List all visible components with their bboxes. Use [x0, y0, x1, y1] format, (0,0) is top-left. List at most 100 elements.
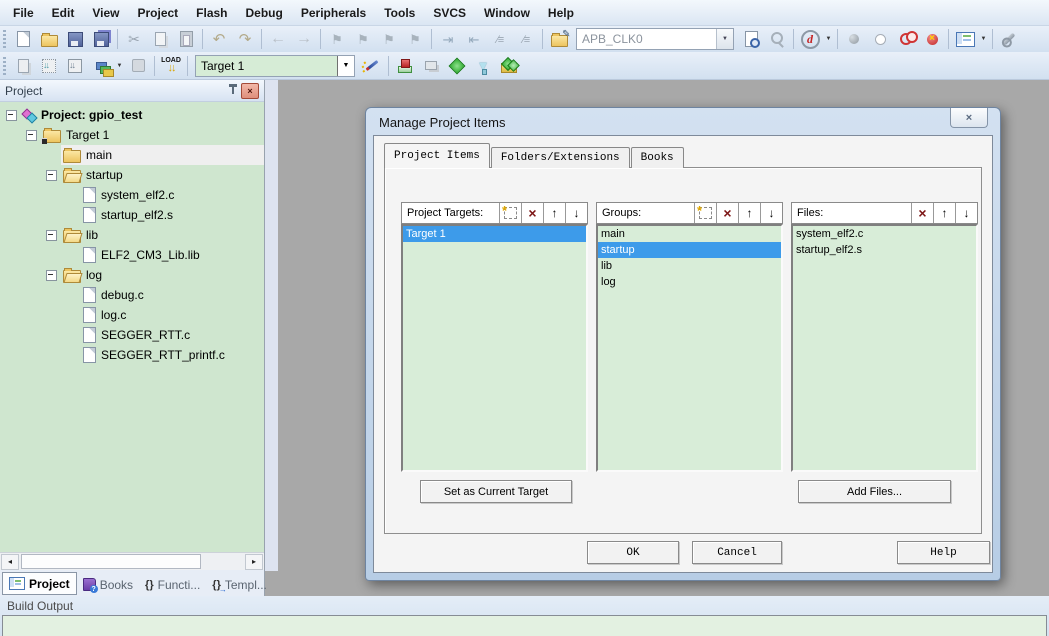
dropdown-button[interactable]: ▼ [823, 28, 834, 50]
manage-rte-button[interactable] [392, 55, 418, 77]
window-layout-button[interactable] [952, 28, 978, 50]
tree-expander-minus-icon[interactable] [46, 270, 57, 281]
wrench-button[interactable] [996, 28, 1022, 50]
delete-button[interactable] [521, 203, 543, 223]
tree-item[interactable]: lib [61, 225, 264, 245]
tree-item[interactable]: Target 1 [41, 125, 264, 145]
stop-build-button[interactable] [125, 55, 151, 77]
tree-row[interactable]: Target 1 [0, 125, 264, 145]
bookmark-clear-all-button[interactable] [402, 28, 428, 50]
scroll-left-icon[interactable]: ◂ [1, 554, 19, 570]
translate-button[interactable] [10, 55, 36, 77]
bookmark-toggle-button[interactable] [324, 28, 350, 50]
funnel-button[interactable] [470, 55, 496, 77]
column-list[interactable]: system_elf2.cstartup_elf2.s [791, 224, 978, 472]
toolbar-grip[interactable] [3, 30, 6, 48]
new-item-button[interactable] [499, 203, 521, 223]
panel-tab-functi[interactable]: Functi... [139, 574, 206, 595]
vertical-scrollbar[interactable] [265, 80, 278, 571]
build-output-content[interactable] [2, 615, 1047, 636]
close-icon[interactable]: × [950, 108, 988, 128]
menu-view[interactable]: View [83, 0, 128, 25]
tree-row[interactable]: SEGGER_RTT.c [0, 325, 264, 345]
cut-button[interactable] [121, 28, 147, 50]
help-button[interactable]: Help [897, 541, 990, 564]
menu-project[interactable]: Project [128, 0, 187, 25]
dialog-tab-folders-extensions[interactable]: Folders/Extensions [491, 147, 630, 168]
tree-item[interactable]: debug.c [81, 285, 264, 305]
dialog-tab-project-items[interactable]: Project Items [384, 143, 490, 168]
tree-item[interactable]: Project: gpio_test [21, 105, 264, 125]
tree-item[interactable]: log [61, 265, 264, 285]
bookmark-next-button[interactable] [376, 28, 402, 50]
add-files-button[interactable]: Add Files... [798, 480, 951, 503]
toolbar-grip[interactable] [3, 57, 6, 75]
menu-peripherals[interactable]: Peripherals [292, 0, 375, 25]
dropdown-button[interactable]: ▼ [978, 28, 989, 50]
menu-tools[interactable]: Tools [375, 0, 424, 25]
copy-button[interactable] [147, 28, 173, 50]
tree-item[interactable]: system_elf2.c [81, 185, 264, 205]
indent-button[interactable] [435, 28, 461, 50]
panel-tab-project[interactable]: Project [2, 572, 77, 595]
tree-expander-minus-icon[interactable] [46, 170, 57, 181]
ok-button[interactable]: OK [587, 541, 679, 564]
menu-file[interactable]: File [4, 0, 43, 25]
bookmark-prev-button[interactable] [350, 28, 376, 50]
list-item[interactable]: lib [598, 258, 781, 274]
pack-installer-button[interactable] [496, 55, 522, 77]
options-wand-button[interactable] [359, 55, 385, 77]
breakpoint-kill-all-button[interactable] [893, 28, 919, 50]
close-icon[interactable]: × [241, 83, 259, 99]
move-down-button[interactable] [760, 203, 782, 223]
list-item[interactable]: main [598, 226, 781, 242]
save-button[interactable] [62, 28, 88, 50]
search-combo[interactable]: APB_CLK0 ▼ [576, 28, 734, 50]
menu-window[interactable]: Window [475, 0, 539, 25]
save-all-button[interactable] [88, 28, 114, 50]
tree-item[interactable]: startup [61, 165, 264, 185]
paste-button[interactable] [173, 28, 199, 50]
tree-expander-minus-icon[interactable] [6, 110, 17, 121]
tree-item[interactable]: startup_elf2.s [81, 205, 264, 225]
move-down-button[interactable] [565, 203, 587, 223]
tree-row[interactable]: log.c [0, 305, 264, 325]
tree-row[interactable]: debug.c [0, 285, 264, 305]
target-select-combo[interactable]: Target 1 ▼ [195, 55, 355, 77]
nav-forward-button[interactable] [291, 28, 317, 50]
tree-item[interactable]: main [61, 145, 264, 165]
dropdown-button[interactable]: ▼ [114, 55, 125, 77]
chevron-down-icon[interactable]: ▼ [716, 29, 733, 49]
tree-expander-minus-icon[interactable] [46, 230, 57, 241]
chevron-down-icon[interactable]: ▼ [337, 56, 354, 76]
move-up-button[interactable] [543, 203, 565, 223]
delete-button[interactable] [911, 203, 933, 223]
scrollbar-thumb[interactable] [21, 554, 201, 569]
new-file-button[interactable] [10, 28, 36, 50]
tree-row[interactable]: lib [0, 225, 264, 245]
set-current-target-button[interactable]: Set as Current Target [420, 480, 572, 503]
tree-row[interactable]: Project: gpio_test [0, 105, 264, 125]
redo-button[interactable] [232, 28, 258, 50]
tree-row[interactable]: ELF2_CM3_Lib.lib [0, 245, 264, 265]
tree-row[interactable]: SEGGER_RTT_printf.c [0, 345, 264, 365]
select-packs-button[interactable] [444, 55, 470, 77]
menu-edit[interactable]: Edit [43, 0, 84, 25]
breakpoint-disable-all-button[interactable] [919, 28, 945, 50]
menu-debug[interactable]: Debug [237, 0, 292, 25]
undo-button[interactable] [206, 28, 232, 50]
move-up-button[interactable] [933, 203, 955, 223]
nav-back-button[interactable] [265, 28, 291, 50]
panel-tab-templ[interactable]: Templ... [206, 574, 273, 595]
new-item-button[interactable] [694, 203, 716, 223]
rebuild-button[interactable] [62, 55, 88, 77]
search-button[interactable] [764, 28, 790, 50]
stack-windows-button[interactable] [418, 55, 444, 77]
tree-row[interactable]: log [0, 265, 264, 285]
batch-build-button[interactable] [88, 55, 114, 77]
dialog-tab-books[interactable]: Books [631, 147, 684, 168]
tree-item[interactable]: SEGGER_RTT_printf.c [81, 345, 264, 365]
list-item[interactable]: log [598, 274, 781, 290]
tree-expander-minus-icon[interactable] [26, 130, 37, 141]
tree-item[interactable]: log.c [81, 305, 264, 325]
